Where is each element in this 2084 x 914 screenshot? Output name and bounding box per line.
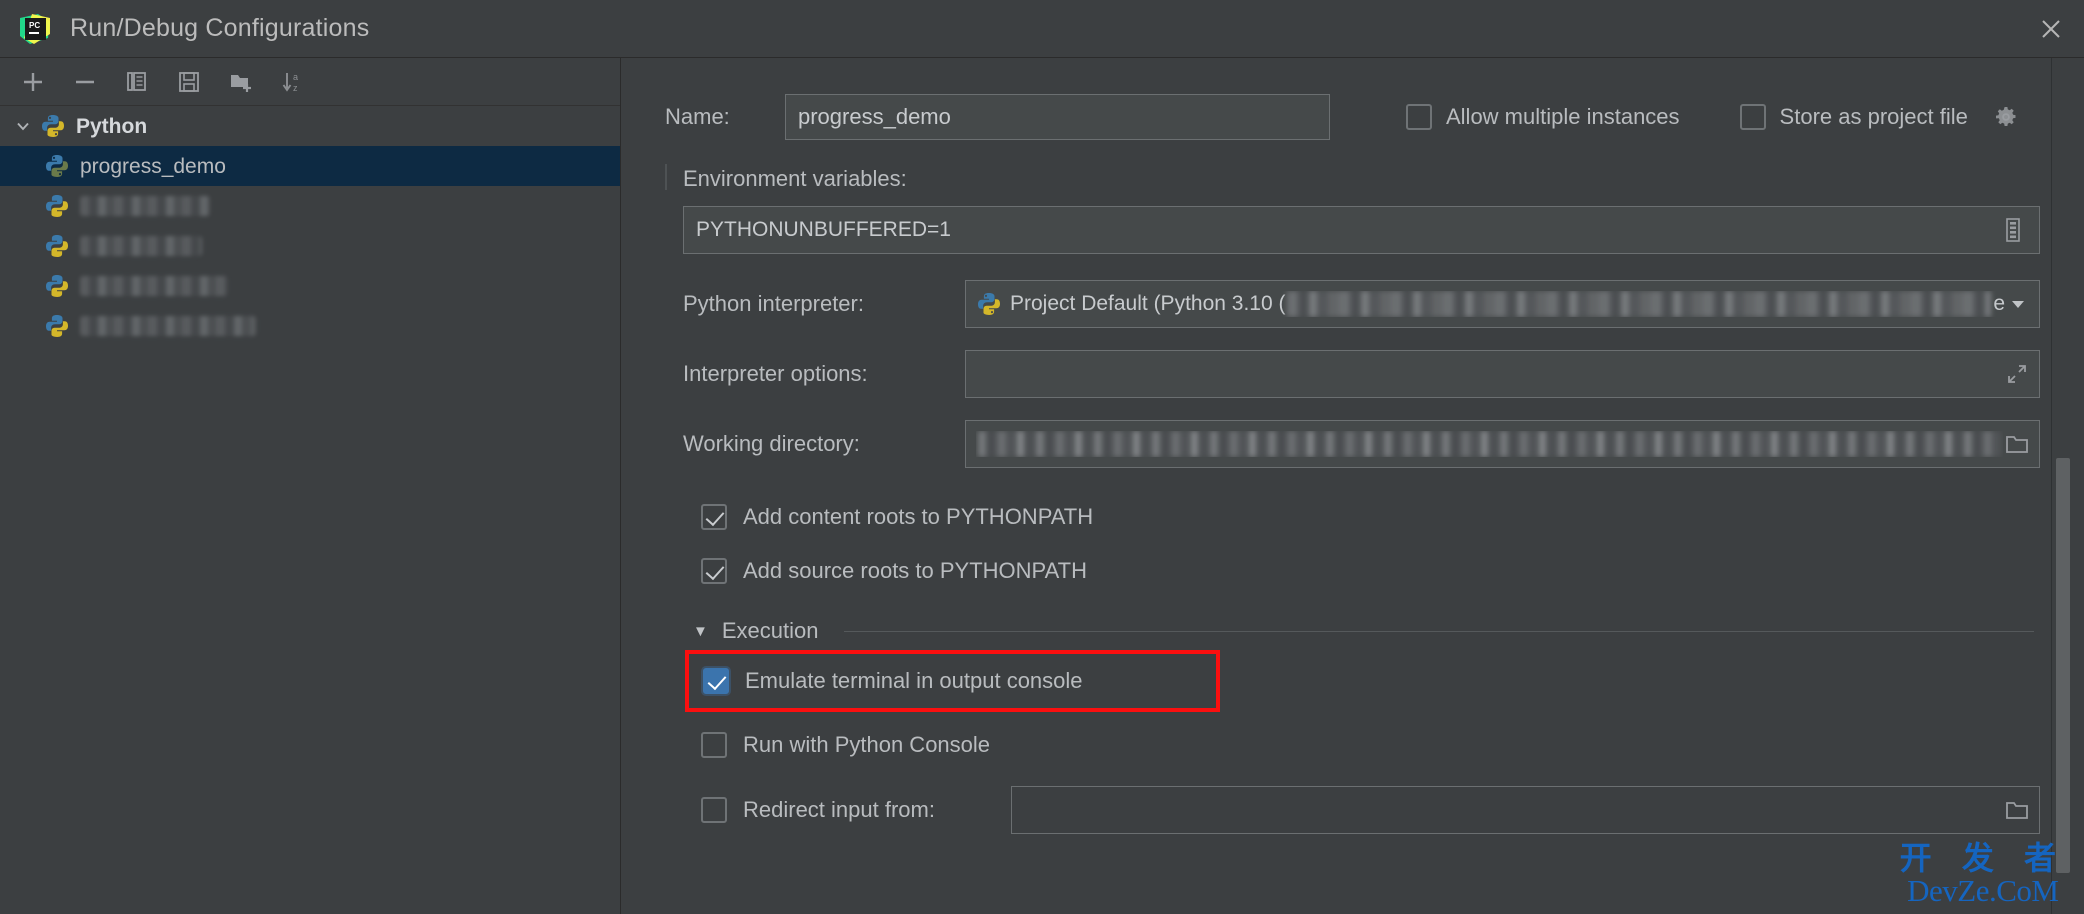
sidebar-item-label-redacted (80, 196, 210, 216)
environment-variables-label: Environment variables: (665, 164, 2040, 192)
python-interpreter-label: Python interpreter: (683, 291, 864, 316)
allow-multiple-instances-checkbox[interactable]: Allow multiple instances (1406, 104, 1680, 130)
python-icon (44, 193, 70, 219)
working-directory-field[interactable] (965, 420, 2040, 468)
allow-multiple-instances-label: Allow multiple instances (1446, 104, 1680, 129)
add-configuration-button[interactable] (10, 62, 56, 102)
sidebar-group-label: Python (76, 114, 148, 138)
gear-icon[interactable] (1994, 105, 2018, 129)
group-bar (665, 164, 667, 190)
move-to-folder-button[interactable] (218, 62, 264, 102)
pycharm-logo-icon: PC (18, 12, 52, 46)
python-icon (44, 313, 70, 339)
python-interpreter-combobox[interactable]: Project Default (Python 3.10 ( e (965, 280, 2040, 328)
sidebar-item-label-redacted (80, 276, 228, 296)
svg-text:a: a (293, 72, 298, 82)
checkbox-box[interactable] (1739, 104, 1766, 130)
redirect-input-from-checkbox[interactable] (701, 797, 727, 823)
sort-configurations-button[interactable]: a z (270, 62, 316, 102)
checkbox-box[interactable] (701, 732, 727, 758)
environment-variables-field[interactable]: PYTHONUNBUFFERED=1 (683, 206, 2040, 254)
emulate-terminal-checkbox[interactable] (703, 668, 729, 694)
chevron-down-icon[interactable] (10, 113, 36, 139)
copy-configuration-button[interactable] (114, 62, 160, 102)
add-content-roots-checkbox[interactable]: Add content roots to PYTHONPATH (665, 490, 2040, 544)
python-interpreter-value-suffix: e (1993, 292, 2005, 315)
configuration-form: Name: Allow multiple instances Store as … (621, 58, 2084, 914)
python-icon (976, 291, 1002, 317)
redirect-input-from-label: Redirect input from: (743, 797, 935, 822)
interpreter-options-label: Interpreter options: (683, 361, 868, 386)
python-interpreter-value: Project Default (Python 3.10 ( (1010, 292, 1286, 315)
sidebar-item-redacted-4[interactable] (0, 306, 620, 346)
execution-section-label: Execution (721, 618, 819, 643)
svg-text:PC: PC (29, 21, 40, 30)
environment-variables-label-text: Environment variables: (683, 166, 907, 191)
configuration-editor-panel: Name: Allow multiple instances Store as … (621, 58, 2084, 914)
store-as-project-file-checkbox[interactable]: Store as project file (1739, 104, 2018, 130)
sidebar-item-progress-demo[interactable]: progress_demo (0, 146, 620, 186)
sidebar-item-label-redacted (80, 316, 256, 336)
checkbox-box[interactable] (701, 504, 727, 530)
chevron-down-icon[interactable] (2005, 298, 2031, 310)
redirect-input-from-row: Redirect input from: (665, 786, 2040, 834)
dialog-title: Run/Debug Configurations (70, 14, 370, 42)
interpreter-options-field[interactable] (965, 350, 2040, 398)
vertical-scrollbar[interactable] (2056, 58, 2070, 914)
python-icon (40, 113, 66, 139)
sidebar-item-redacted-1[interactable] (0, 186, 620, 226)
scrollbar-thumb[interactable] (2056, 458, 2070, 873)
emulate-terminal-label: Emulate terminal in output console (745, 668, 1083, 693)
working-directory-path-redacted (978, 431, 2001, 457)
svg-text:z: z (293, 83, 298, 93)
close-icon[interactable] (2018, 0, 2084, 57)
name-input[interactable] (785, 94, 1330, 140)
checkbox-box[interactable] (701, 558, 727, 584)
sidebar-group-python[interactable]: Python (0, 106, 620, 146)
working-directory-value-wrap (976, 431, 2003, 457)
python-icon (44, 273, 70, 299)
configurations-tree: Python progress_demo (0, 106, 620, 914)
sidebar-item-label: progress_demo (80, 154, 226, 178)
name-row-options: Allow multiple instances Store as projec… (1406, 104, 2018, 130)
dialog-titlebar: PC Run/Debug Configurations (0, 0, 2084, 58)
panel-divider (2051, 58, 2052, 914)
working-directory-row: Working directory: (665, 420, 2040, 468)
folder-icon[interactable] (2003, 430, 2031, 458)
python-interpreter-row: Python interpreter: Project Default (Pyt… (665, 280, 2040, 328)
store-as-project-file-label: Store as project file (1779, 104, 1968, 129)
section-divider (844, 630, 2034, 632)
dialog-body: a z Python progress_demo Name: progress_… (0, 58, 2084, 914)
sidebar-item-redacted-2[interactable] (0, 226, 620, 266)
save-configuration-button[interactable] (166, 62, 212, 102)
working-directory-label: Working directory: (683, 431, 860, 456)
emulate-terminal-highlight-box[interactable]: Emulate terminal in output console (685, 650, 1220, 712)
folder-icon[interactable] (2003, 796, 2031, 824)
add-content-roots-label: Add content roots to PYTHONPATH (743, 504, 1094, 529)
python-interpreter-path-redacted (1287, 291, 1992, 317)
sidebar-toolbar: a z (0, 58, 620, 106)
sidebar-item-label-redacted (80, 236, 202, 256)
python-interpreter-value-wrap: Project Default (Python 3.10 ( e (976, 291, 2005, 317)
python-icon (44, 153, 70, 179)
configurations-sidebar: a z Python progress_demo (0, 58, 621, 914)
run-with-python-console-checkbox[interactable]: Run with Python Console (665, 718, 2040, 772)
add-source-roots-checkbox[interactable]: Add source roots to PYTHONPATH (665, 544, 2040, 598)
name-label: Name: (665, 104, 730, 129)
add-source-roots-label: Add source roots to PYTHONPATH (743, 558, 1087, 583)
checkbox-box[interactable] (1406, 104, 1432, 130)
execution-section-header[interactable]: ▼ Execution (665, 618, 2040, 644)
interpreter-options-row: Interpreter options: (665, 350, 2040, 398)
python-icon (44, 233, 70, 259)
expand-icon[interactable] (2003, 360, 2031, 388)
triangle-down-icon[interactable]: ▼ (693, 624, 708, 639)
name-row: Name: Allow multiple instances Store as … (665, 94, 2040, 140)
redirect-input-from-field[interactable] (1011, 786, 2040, 834)
run-with-python-console-label: Run with Python Console (743, 732, 991, 757)
environment-variables-value: PYTHONUNBUFFERED=1 (696, 218, 951, 241)
edit-list-icon[interactable] (1999, 216, 2027, 244)
sidebar-item-redacted-3[interactable] (0, 266, 620, 306)
run-debug-configurations-dialog: PC Run/Debug Configurations a z Python p… (0, 0, 2084, 914)
remove-configuration-button[interactable] (62, 62, 108, 102)
